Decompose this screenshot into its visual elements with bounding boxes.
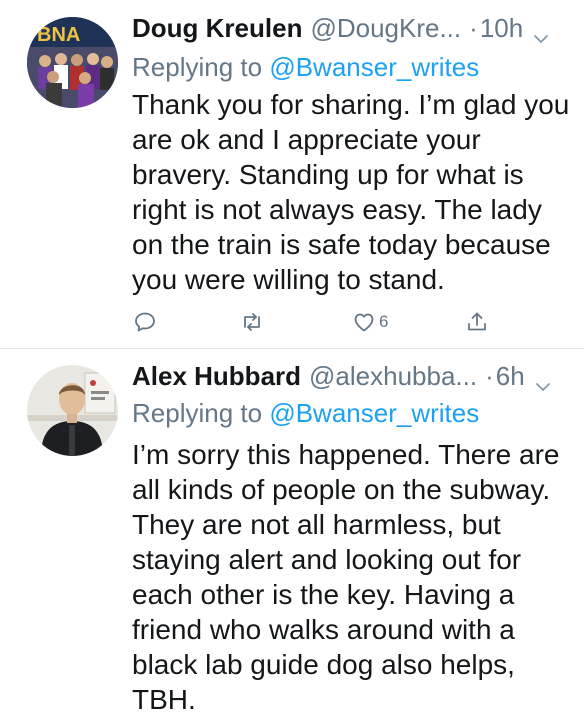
tweet[interactable]: BNA Doug Kreulen @DougKre... · 10h Reply… (0, 0, 584, 349)
tweet-text: I’m sorry this happened. There are all k… (132, 437, 562, 717)
replying-to: Replying to @Bwanser_writes (132, 395, 566, 431)
group-photo-image: BNA (27, 17, 118, 108)
tweet-text-line: are ok and I appreciate your (132, 124, 481, 155)
tweet-text-line: bravery. Standing up for what is (132, 159, 524, 190)
separator-dot: · (485, 361, 494, 391)
author-name[interactable]: Alex Hubbard (132, 358, 301, 394)
chevron-down-icon[interactable] (533, 20, 549, 43)
like-icon (354, 313, 374, 332)
tweet-text-line: right is not always easy. The lady (132, 194, 542, 225)
tweet-text-line: friend who walks around with a (132, 614, 515, 645)
reply-button[interactable] (133, 310, 157, 334)
reply-icon (135, 312, 155, 332)
retweet-button[interactable] (240, 310, 264, 334)
tweet-text-line: staying alert and looking out for (132, 544, 522, 575)
retweet-icon (244, 313, 260, 331)
tweet-header: Alex Hubbard @alexhubba... · 6h (132, 358, 566, 394)
person-photo-image (27, 365, 118, 456)
avatar[interactable] (27, 365, 118, 456)
like-count: 6 (379, 312, 389, 331)
tweet-text-line: you were willing to stand. (132, 264, 445, 295)
tweet-text-line: each other is the key. Having a (132, 579, 515, 610)
tweet-text-line: all kinds of people on the subway. (132, 474, 551, 505)
author-name[interactable]: Doug Kreulen (132, 10, 302, 46)
timestamp[interactable]: 6h (496, 358, 525, 394)
tweet-header: Doug Kreulen @DougKre... · 10h (132, 10, 566, 46)
mention-link[interactable]: @Bwanser_writes (269, 52, 479, 82)
tweet[interactable]: Alex Hubbard @alexhubba... · 6h Replying… (0, 349, 584, 715)
tweet-text-line: I’m sorry this happened. There are (132, 439, 560, 470)
avatar[interactable]: BNA (27, 17, 118, 108)
separator-dot: · (469, 13, 478, 43)
author-handle[interactable]: @alexhubba... (309, 358, 477, 394)
mention-link[interactable]: @Bwanser_writes (269, 398, 479, 428)
timestamp[interactable]: 10h (480, 10, 523, 46)
like-button[interactable]: 6 (352, 310, 388, 334)
replying-to-label: Replying to (132, 398, 270, 428)
action-bar: 6 (0, 306, 584, 340)
chevron-down-icon[interactable] (535, 368, 551, 391)
share-button[interactable] (465, 310, 489, 334)
replying-to: Replying to @Bwanser_writes (132, 49, 566, 85)
replying-to-label: Replying to (132, 52, 270, 82)
tweet-text-line: Thank you for sharing. I’m glad you (132, 89, 570, 120)
avatar-logo-text: BNA (37, 24, 80, 46)
tweet-text-line: on the train is safe today because (132, 229, 551, 260)
author-handle[interactable]: @DougKre... (310, 10, 461, 46)
tweet-text-line: They are not all harmless, but (132, 509, 501, 540)
tweet-text: Thank you for sharing. I’m glad you are … (132, 87, 570, 297)
share-icon (468, 312, 486, 331)
tweet-text-line: black lab guide dog also helps, (132, 649, 515, 680)
